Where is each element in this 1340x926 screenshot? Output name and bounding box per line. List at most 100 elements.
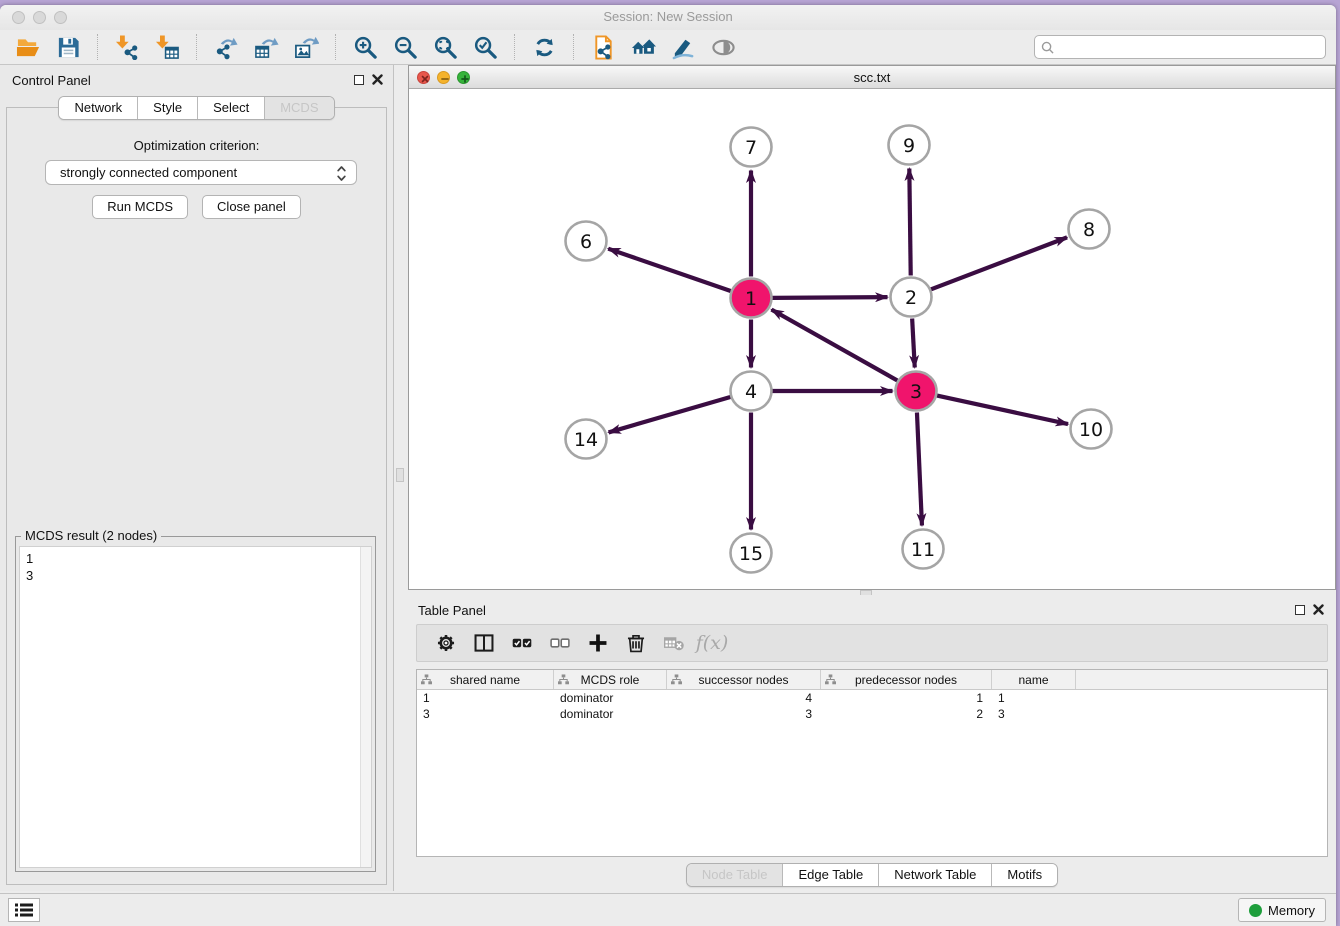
network-canvas[interactable]: 7 9 6 8 1 2 4 3 14 10 15 11 (409, 89, 1335, 589)
mcds-result-textarea[interactable]: 1 3 (19, 546, 372, 868)
table-cell[interactable]: 1 (992, 690, 1076, 706)
search-field[interactable] (1034, 35, 1326, 59)
table-panel: Table Panel f(x) shared nameMCDS rolesuc… (408, 595, 1336, 891)
table-row[interactable]: 3dominator323 (417, 706, 1327, 722)
column-header-predecessor-nodes[interactable]: predecessor nodes (821, 670, 992, 689)
vertical-splitter-grip[interactable] (396, 468, 404, 482)
column-header-successor-nodes[interactable]: successor nodes (667, 670, 821, 689)
graph-node-9[interactable]: 9 (889, 126, 930, 165)
tab-style[interactable]: Style (137, 97, 197, 119)
titlebar: Session: New Session (0, 5, 1336, 30)
column-sort-icon (558, 674, 569, 688)
table-cell[interactable]: dominator (554, 690, 667, 706)
graph-edge-1-6[interactable] (608, 249, 730, 291)
graph-node-8[interactable]: 8 (1069, 210, 1110, 249)
eye-icon (707, 32, 739, 62)
table-cell[interactable]: 3 (667, 706, 821, 722)
graph-edge-2-3[interactable] (912, 318, 915, 367)
graph-node-10[interactable]: 10 (1071, 410, 1112, 449)
result-scrollbar[interactable] (360, 547, 371, 867)
table-toolbar: f(x) (416, 624, 1328, 662)
gear-icon[interactable] (431, 629, 461, 657)
table-cell[interactable]: 1 (821, 690, 992, 706)
graph-node-1[interactable]: 1 (731, 279, 772, 318)
tab-edge-table[interactable]: Edge Table (782, 864, 878, 886)
graph-node-2[interactable]: 2 (891, 278, 932, 317)
memory-button[interactable]: Memory (1238, 898, 1326, 922)
add-column-icon[interactable] (583, 629, 613, 657)
table-cell[interactable]: dominator (554, 706, 667, 722)
tab-network[interactable]: Network (59, 97, 137, 119)
graph-edge-4-14[interactable] (609, 397, 731, 432)
graph-node-3[interactable]: 3 (896, 372, 937, 411)
select-chevrons-icon (337, 165, 346, 182)
import-table-icon[interactable] (151, 32, 183, 62)
graph-node-15[interactable]: 15 (731, 534, 772, 573)
svg-text:3: 3 (910, 381, 922, 403)
svg-text:6: 6 (580, 231, 592, 253)
delete-column-icon[interactable] (621, 629, 651, 657)
table-row[interactable]: 1dominator411 (417, 690, 1327, 706)
close-table-panel-icon[interactable] (1313, 604, 1324, 615)
apply-style-icon[interactable] (667, 32, 699, 62)
tab-network-table[interactable]: Network Table (878, 864, 991, 886)
column-header-shared-name[interactable]: shared name (417, 670, 554, 689)
graph-edge-3-10[interactable] (937, 396, 1068, 424)
search-input[interactable] (1054, 37, 1325, 57)
tab-motifs[interactable]: Motifs (991, 864, 1057, 886)
window-title: Session: New Session (0, 9, 1336, 24)
table-cell[interactable]: 1 (417, 690, 554, 706)
home-icon[interactable] (627, 32, 659, 62)
graph-edge-3-11[interactable] (917, 412, 922, 525)
tab-mcds[interactable]: MCDS (264, 97, 333, 119)
column-sort-icon (825, 674, 836, 688)
export-image-icon[interactable] (290, 32, 322, 62)
zoom-selected-icon[interactable] (469, 32, 501, 62)
select-all-icon[interactable] (507, 629, 537, 657)
graph-node-11[interactable]: 11 (903, 530, 944, 569)
table-cell[interactable]: 3 (992, 706, 1076, 722)
save-session-icon[interactable] (52, 32, 84, 62)
toolbar-separator (97, 34, 98, 60)
table-cell[interactable]: 2 (821, 706, 992, 722)
svg-text:7: 7 (745, 137, 757, 159)
graph-node-6[interactable]: 6 (566, 222, 607, 261)
optimization-criterion-select[interactable]: strongly connected component (45, 160, 357, 185)
svg-text:9: 9 (903, 135, 915, 157)
graph-node-4[interactable]: 4 (731, 372, 772, 411)
graph-node-7[interactable]: 7 (731, 128, 772, 167)
network-from-selection-icon[interactable] (587, 32, 619, 62)
svg-text:15: 15 (739, 543, 763, 565)
close-panel-button[interactable]: Close panel (202, 195, 301, 219)
task-history-button[interactable] (8, 898, 40, 922)
graph-node-14[interactable]: 14 (566, 420, 607, 459)
graph-edge-3-1[interactable] (771, 310, 897, 381)
float-table-panel-icon[interactable] (1295, 605, 1305, 615)
graph-edge-2-9[interactable] (909, 168, 910, 275)
svg-text:8: 8 (1083, 219, 1095, 241)
svg-text:1: 1 (745, 288, 757, 310)
tab-select[interactable]: Select (197, 97, 264, 119)
table-cell[interactable]: 3 (417, 706, 554, 722)
deselect-all-icon[interactable] (545, 629, 575, 657)
refresh-icon[interactable] (528, 32, 560, 62)
zoom-fit-icon[interactable] (429, 32, 461, 62)
column-label: predecessor nodes (855, 673, 957, 687)
import-network-icon[interactable] (111, 32, 143, 62)
zoom-in-icon[interactable] (349, 32, 381, 62)
export-table-icon[interactable] (250, 32, 282, 62)
close-panel-icon[interactable] (372, 74, 383, 85)
split-panel-icon[interactable] (469, 629, 499, 657)
float-panel-icon[interactable] (354, 75, 364, 85)
run-mcds-button[interactable]: Run MCDS (92, 195, 188, 219)
table-cell[interactable]: 4 (667, 690, 821, 706)
toolbar-separator (514, 34, 515, 60)
export-network-icon[interactable] (210, 32, 242, 62)
column-header-name[interactable]: name (992, 670, 1076, 689)
zoom-out-icon[interactable] (389, 32, 421, 62)
open-session-icon[interactable] (12, 32, 44, 62)
column-header-mcds-role[interactable]: MCDS role (554, 670, 667, 689)
tab-node-table[interactable]: Node Table (687, 864, 783, 886)
graph-edge-2-8[interactable] (931, 237, 1067, 289)
graph-edge-1-2[interactable] (772, 297, 887, 298)
